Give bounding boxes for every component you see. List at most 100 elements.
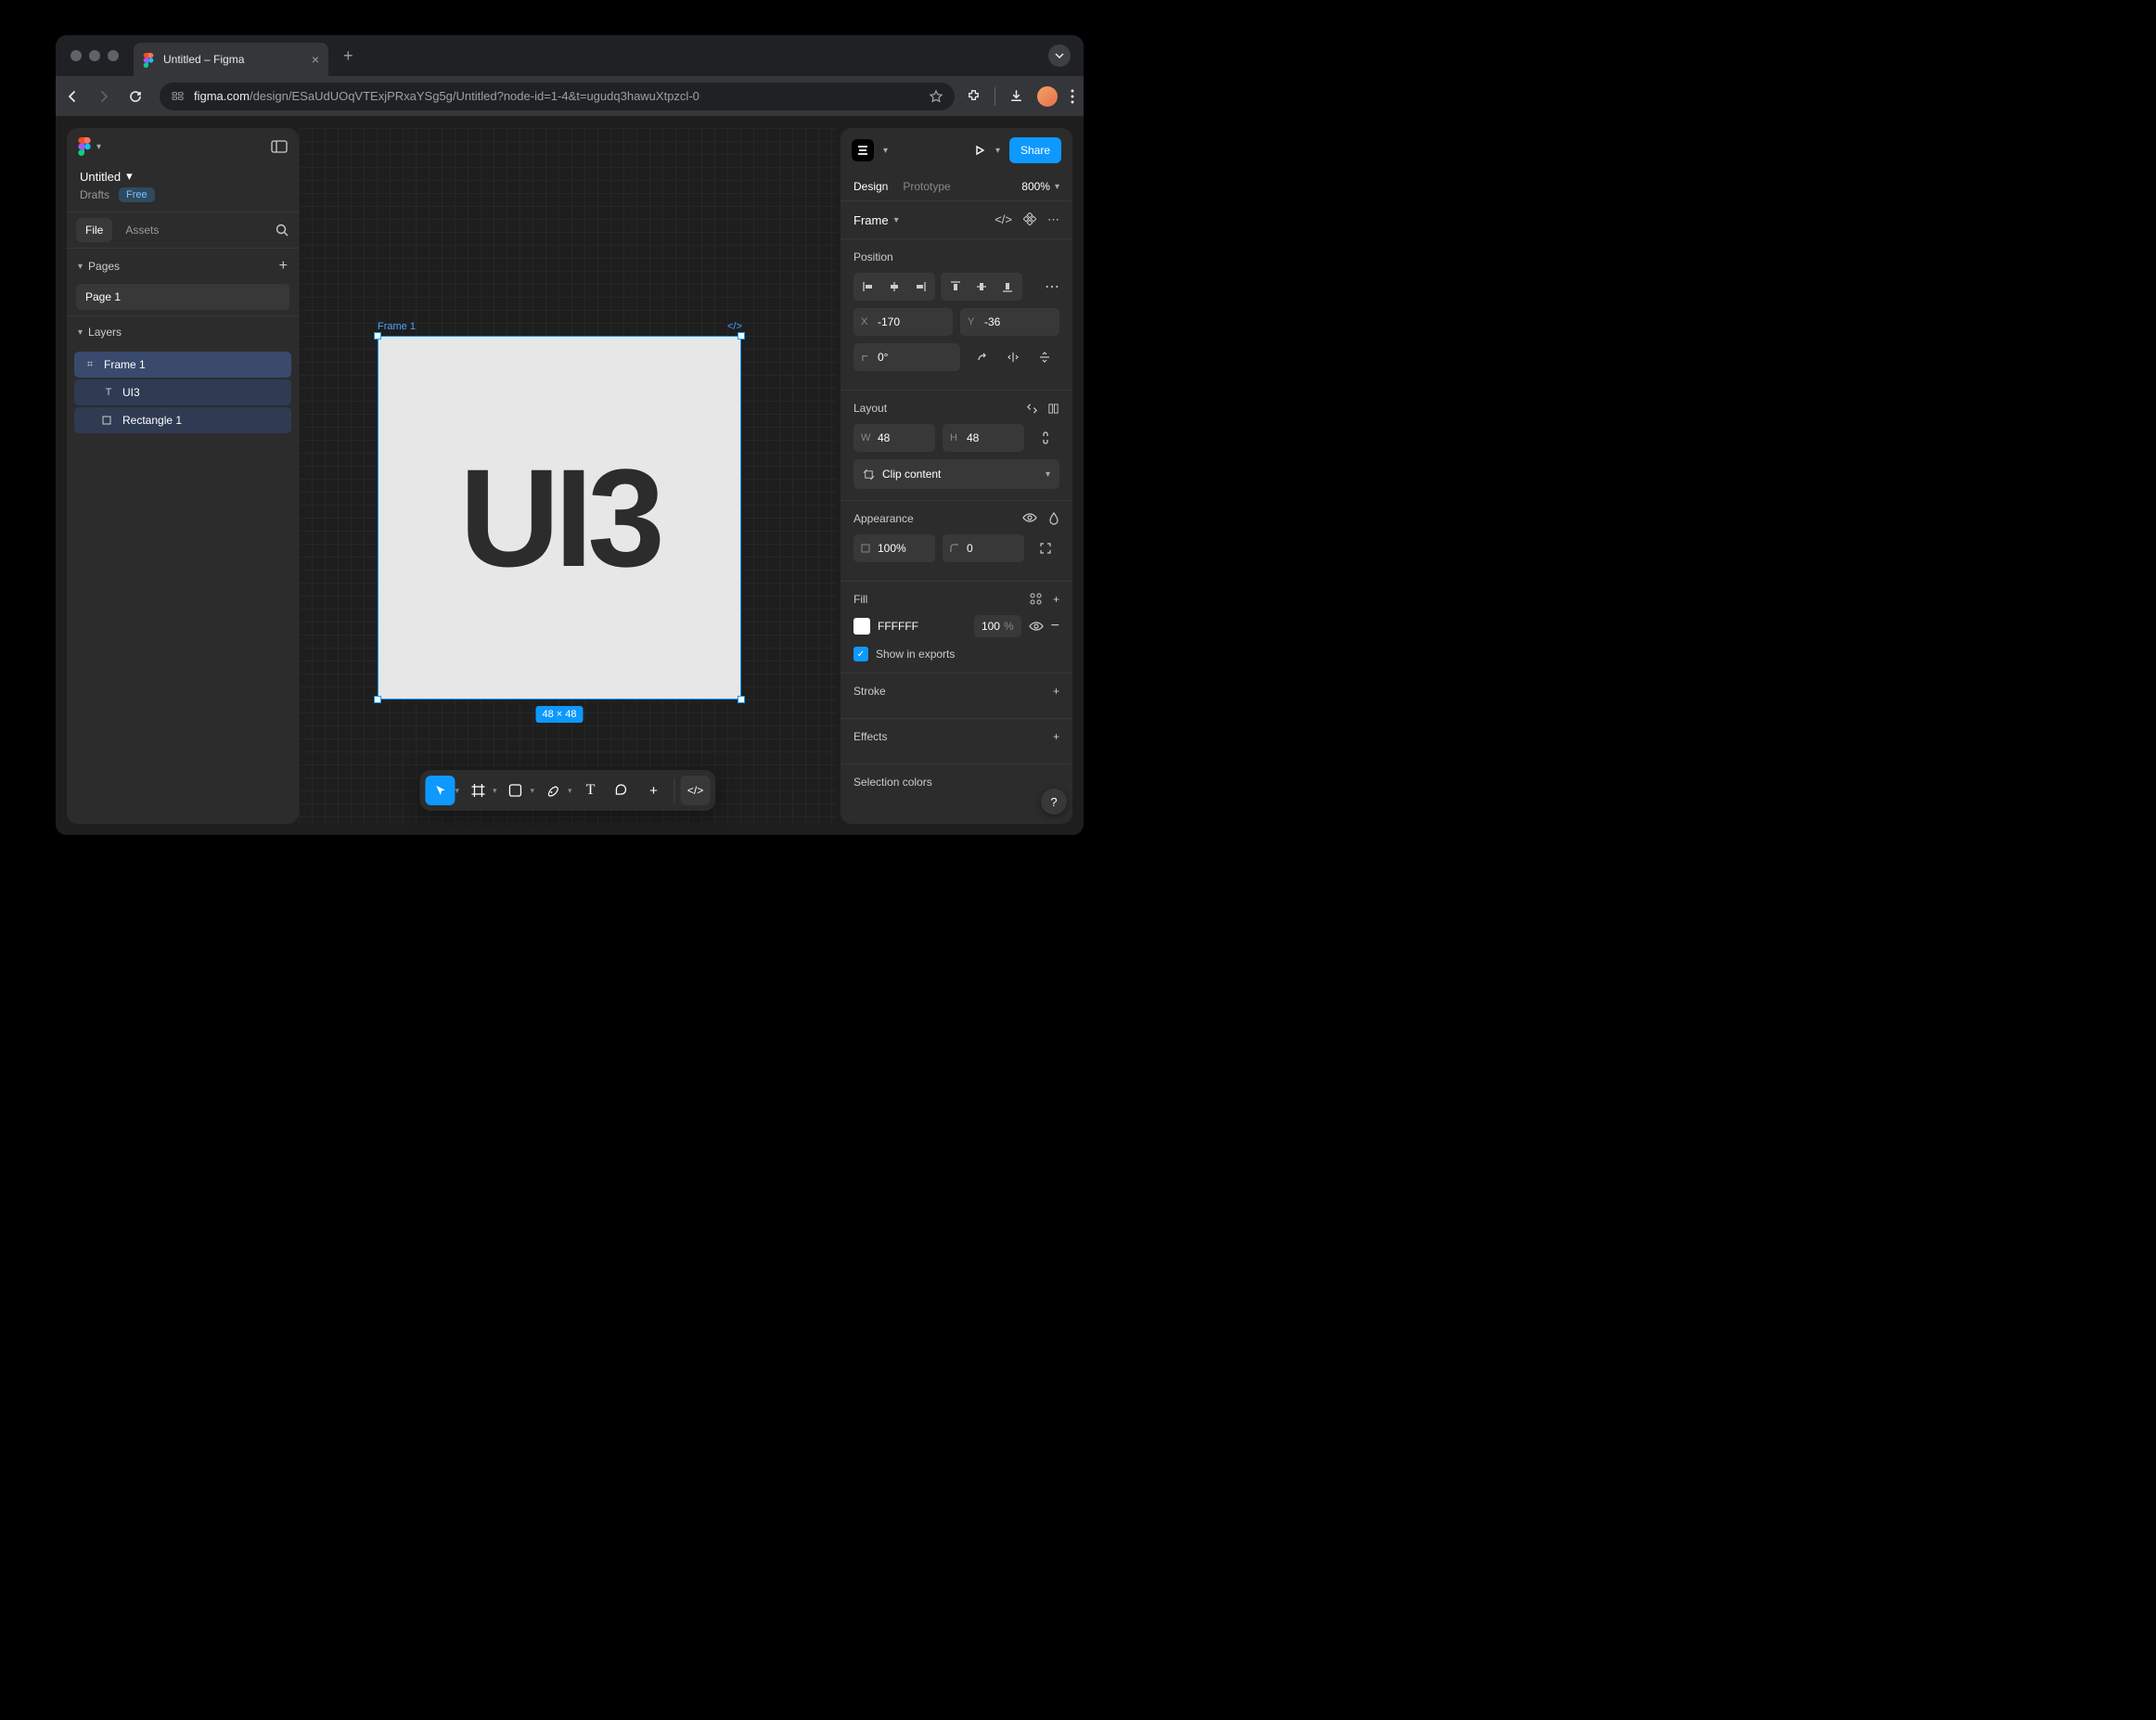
add-fill-icon[interactable]: + (1053, 593, 1059, 606)
autolayout-wrap-icon[interactable] (1026, 403, 1038, 415)
more-align-icon[interactable]: ⋯ (1045, 277, 1059, 296)
align-bottom[interactable] (995, 275, 1020, 299)
window-controls[interactable] (63, 50, 126, 61)
add-stroke-icon[interactable]: + (1053, 685, 1059, 698)
fill-opacity[interactable]: 100% (974, 615, 1021, 637)
show-exports-checkbox[interactable]: ✓ (853, 647, 868, 661)
tab-close-icon[interactable]: × (312, 52, 319, 67)
layers-header[interactable]: ▾Layers (78, 326, 122, 339)
styles-icon[interactable] (1030, 593, 1042, 606)
constrain-icon[interactable] (1032, 424, 1059, 452)
fill-visibility-icon[interactable] (1029, 621, 1044, 632)
frame-tool[interactable] (463, 776, 493, 805)
move-tool[interactable] (425, 776, 455, 805)
opacity-input[interactable]: 100% (853, 534, 935, 562)
width-input[interactable]: W48 (853, 424, 935, 452)
help-button[interactable]: ? (1041, 789, 1067, 815)
reload-button[interactable] (128, 89, 148, 104)
downloads-icon[interactable] (1008, 88, 1024, 104)
page-item[interactable]: Page 1 (76, 284, 289, 310)
visibility-icon[interactable] (1022, 512, 1037, 525)
tab-assets[interactable]: Assets (116, 218, 168, 242)
address-bar[interactable]: figma.com/design/ESaUdUOqVTExjPRxaYSg5g/… (160, 83, 955, 110)
chevron-down-icon[interactable]: ▾ (883, 146, 888, 156)
tab-file[interactable]: File (76, 218, 112, 242)
browser-tab[interactable]: Untitled – Figma × (134, 43, 328, 76)
url-path: /design/ESaUdUOqVTExjPRxaYSg5g/Untitled?… (250, 89, 699, 103)
add-page-button[interactable]: + (279, 258, 288, 275)
add-effect-icon[interactable]: + (1053, 730, 1059, 743)
zoom-control[interactable]: 800%▾ (1021, 180, 1059, 193)
frame-label[interactable]: Frame 1 (378, 321, 416, 332)
bookmark-icon[interactable] (929, 89, 943, 104)
align-right[interactable] (907, 275, 933, 299)
resize-handle[interactable] (738, 696, 745, 703)
align-hcenter[interactable] (881, 275, 907, 299)
back-button[interactable] (65, 89, 85, 104)
align-left[interactable] (855, 275, 881, 299)
layer-text[interactable]: T UI3 (74, 379, 291, 405)
frame-type[interactable]: Frame▾ (853, 213, 899, 227)
actions-tool[interactable]: + (639, 776, 669, 805)
present-button[interactable] (973, 144, 986, 157)
chevron-down-icon[interactable]: ▾ (531, 786, 537, 796)
extensions-icon[interactable] (966, 88, 982, 104)
forward-button[interactable] (96, 89, 117, 104)
component-icon[interactable] (1023, 212, 1036, 227)
tab-overflow-button[interactable] (1048, 45, 1071, 67)
radius-input[interactable]: 0 (943, 534, 1024, 562)
align-vcenter[interactable] (969, 275, 995, 299)
chevron-down-icon[interactable]: ▾ (995, 146, 1000, 156)
pen-tool[interactable] (538, 776, 568, 805)
site-info-icon[interactable] (171, 89, 185, 103)
text-tool[interactable]: T (576, 776, 606, 805)
chevron-down-icon[interactable]: ▾ (568, 786, 574, 796)
dimensions-badge: 48 × 48 (535, 706, 583, 723)
new-tab-button[interactable]: + (336, 46, 361, 66)
figma-menu[interactable]: ▾ (78, 137, 101, 156)
rotation-input[interactable]: 0° (853, 343, 960, 371)
blend-icon[interactable] (1048, 512, 1059, 525)
tab-design[interactable]: Design (853, 180, 888, 193)
more-icon[interactable]: ⋯ (1047, 212, 1059, 227)
chevron-down-icon[interactable]: ▾ (455, 786, 461, 796)
devmode-icon[interactable]: </> (727, 321, 742, 332)
pages-header[interactable]: ▾Pages (78, 260, 120, 273)
file-name[interactable]: Untitled ▾ (67, 165, 299, 186)
drafts-link[interactable]: Drafts (80, 188, 109, 201)
flip-h-icon[interactable] (999, 343, 1027, 371)
flip-90-icon[interactable] (968, 343, 995, 371)
code-icon[interactable]: </> (995, 212, 1012, 227)
fill-swatch[interactable] (853, 618, 870, 635)
share-button[interactable]: Share (1009, 137, 1061, 163)
team-icon[interactable] (852, 139, 874, 161)
layer-rect[interactable]: Rectangle 1 (74, 407, 291, 433)
panel-toggle-icon[interactable] (271, 140, 288, 153)
comment-tool[interactable] (608, 776, 637, 805)
shape-tool[interactable] (501, 776, 531, 805)
remove-fill-icon[interactable]: − (1051, 618, 1059, 635)
layer-frame[interactable]: ⌗ Frame 1 (74, 352, 291, 378)
fill-hex[interactable]: FFFFFF (878, 620, 967, 633)
profile-avatar[interactable] (1037, 86, 1058, 107)
browser-menu-icon[interactable] (1071, 89, 1074, 104)
chevron-down-icon[interactable]: ▾ (493, 786, 499, 796)
toolbar: ▾ ▾ ▾ ▾ T + </> (419, 770, 715, 811)
clip-content-select[interactable]: Clip content ▾ (853, 459, 1059, 489)
resize-handle[interactable] (738, 332, 745, 340)
corners-icon[interactable] (1032, 534, 1059, 562)
resize-handle[interactable] (374, 332, 381, 340)
autolayout-add-icon[interactable] (1047, 403, 1059, 415)
height-input[interactable]: H48 (943, 424, 1024, 452)
align-top[interactable] (943, 275, 969, 299)
resize-handle[interactable] (374, 696, 381, 703)
tab-prototype[interactable]: Prototype (903, 180, 950, 193)
layout-label: Layout (853, 402, 887, 415)
search-icon[interactable] (275, 223, 289, 237)
x-input[interactable]: X-170 (853, 308, 953, 336)
flip-v-icon[interactable] (1031, 343, 1059, 371)
y-input[interactable]: Y-36 (960, 308, 1059, 336)
dev-mode-tool[interactable]: </> (681, 776, 711, 805)
selected-frame[interactable]: UI3 48 × 48 (378, 336, 741, 700)
canvas[interactable]: Frame 1 </> UI3 48 × 48 ▾ ▾ (299, 128, 837, 824)
